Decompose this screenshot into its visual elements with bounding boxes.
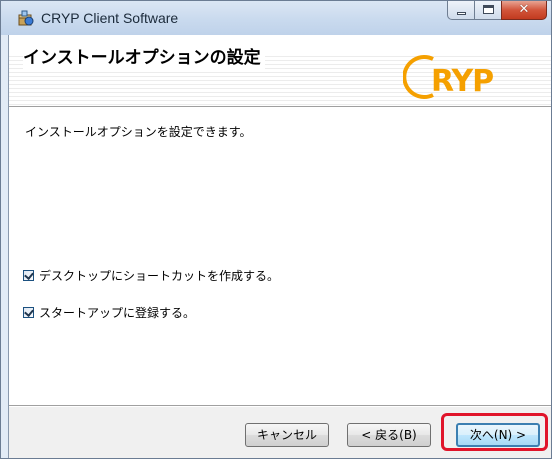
option-create-desktop-shortcut[interactable]: デスクトップにショートカットを作成する。 — [23, 267, 279, 284]
title-bar[interactable]: CRYP Client Software ✕ — [1, 1, 551, 35]
startup-label[interactable]: スタートアップに登録する。 — [39, 304, 195, 321]
maximize-button[interactable] — [474, 1, 501, 20]
header-banner: インストールオプションの設定 RYP — [9, 35, 551, 106]
window-title: CRYP Client Software — [41, 10, 179, 26]
next-button-highlight — [441, 413, 548, 451]
dialog-client-area: インストールオプションの設定 RYP インストールオプションを設定できます。 デ… — [8, 35, 551, 458]
maximize-icon — [483, 5, 494, 14]
option-register-startup[interactable]: スタートアップに登録する。 — [23, 304, 195, 321]
back-button[interactable]: < 戻る(B) — [347, 423, 431, 447]
page-title: インストールオプションの設定 — [23, 47, 265, 69]
banner-divider — [9, 106, 551, 108]
close-icon: ✕ — [518, 2, 530, 17]
caption-buttons: ✕ — [447, 1, 547, 21]
installer-package-icon — [18, 10, 34, 26]
desktop-shortcut-label[interactable]: デスクトップにショートカットを作成する。 — [39, 267, 279, 284]
cryp-logo: RYP — [403, 55, 494, 99]
installer-window: CRYP Client Software ✕ インストールオプションの設定 RY… — [0, 0, 552, 459]
description-text: インストールオプションを設定できます。 — [25, 125, 252, 139]
minimize-icon — [457, 12, 466, 15]
cancel-button[interactable]: キャンセル — [245, 423, 329, 447]
close-button[interactable]: ✕ — [501, 1, 547, 20]
minimize-button[interactable] — [447, 1, 474, 20]
svg-text:RYP: RYP — [431, 64, 493, 99]
desktop-shortcut-checkbox[interactable] — [23, 270, 34, 281]
startup-checkbox[interactable] — [23, 307, 34, 318]
button-bar: キャンセル < 戻る(B) 次へ(N) > — [9, 407, 551, 458]
